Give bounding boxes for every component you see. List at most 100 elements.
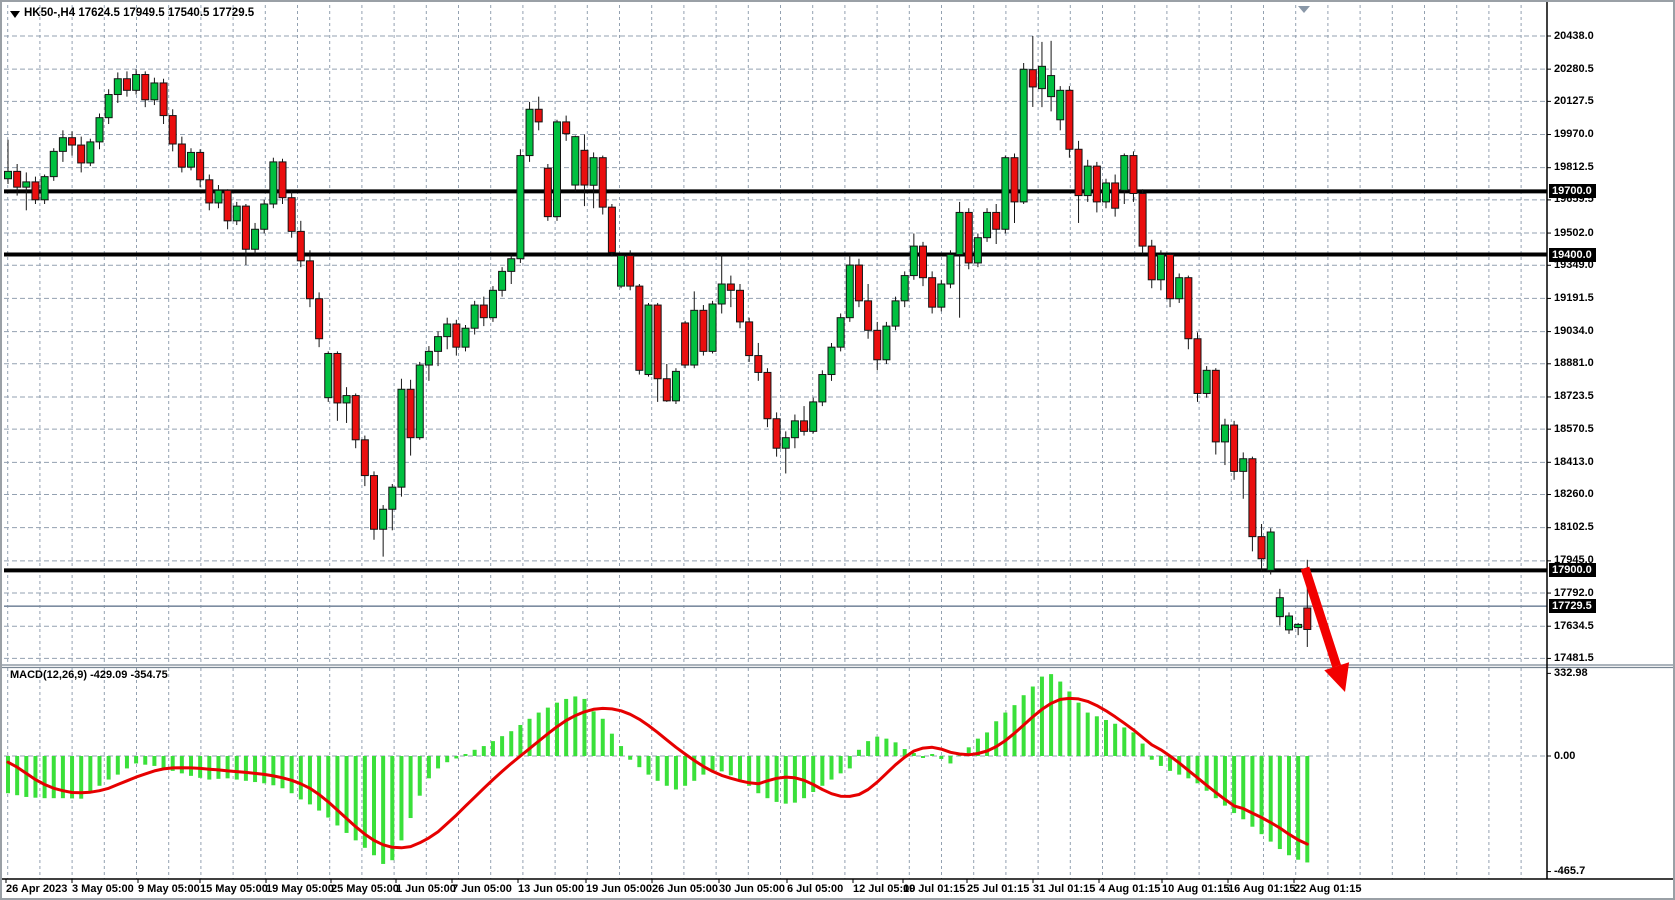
candle-bull [425,351,432,365]
candle-bull [1276,598,1283,617]
macd-histogram-bar [1040,677,1044,756]
candle-bear [69,138,76,145]
macd-axis-label: 332.98 [1554,667,1588,680]
candle-bear [636,286,643,370]
macd-histogram-bar [43,756,47,798]
candle-bear [764,372,771,418]
candle-bear [737,290,744,322]
macd-histogram-bar [1086,713,1090,756]
candle-bull [947,255,954,284]
candle-bear [316,299,323,339]
symbol-info-header: HK50-,H4 17624.5 17949.5 17540.5 17729.5 [24,7,254,19]
candle-bear [627,256,634,287]
macd-axis-label: -465.7 [1554,865,1585,878]
price-label: 19191.5 [1554,292,1594,305]
macd-histogram-bar [418,756,422,796]
candle-bear [78,145,85,163]
candle-bear [334,353,341,402]
price-level-box: 17900.0 [1549,563,1596,577]
candle-bull [1295,624,1302,627]
candle-bull [819,375,826,402]
time-label: 16 Aug 01:15 [1228,883,1295,896]
candle-bull [618,256,625,287]
candle-bear [297,231,304,260]
candle-bull [416,365,423,438]
candle-bear [801,421,808,432]
macd-histogram-bar [939,756,943,759]
macd-indicator-label: MACD(12,26,9) -429.09 -354.75 [10,669,168,681]
candle-bull [398,389,405,487]
macd-histogram-bar [253,756,257,782]
price-label: 19812.5 [1554,161,1594,174]
chart-surface[interactable] [2,2,1675,900]
macd-histogram-bar [592,711,596,756]
price-label: 18102.5 [1554,521,1594,534]
time-label: 19 Jun 05:00 [586,883,652,896]
time-label: 31 Jul 01:15 [1033,883,1095,896]
macd-histogram-bar [683,756,687,786]
candle-bear [544,168,551,216]
macd-histogram-bar [628,756,632,760]
macd-histogram-bar [281,756,285,788]
macd-histogram-bar [335,756,339,825]
macd-histogram-bar [1131,732,1135,756]
time-label: 22 Aug 01:15 [1294,883,1361,896]
candle-bull [910,246,917,275]
candle-bull [554,122,561,217]
candle-bull [1221,425,1228,442]
macd-histogram-bar [875,737,879,756]
macd-histogram-bar [857,750,861,756]
price-level-box: 17729.5 [1549,599,1596,613]
candle-bear [1112,183,1119,208]
macd-histogram-bar [235,756,239,780]
candle-bull [1203,370,1210,393]
chart-shift-marker-icon [1298,6,1310,13]
macd-histogram-bar [1104,720,1108,756]
macd-histogram-bar [884,739,888,756]
candle-bull [1002,158,1009,230]
macd-histogram-bar [564,699,568,756]
candle-bull [270,162,277,204]
macd-histogram-bar [738,756,742,780]
macd-histogram-bar [1278,756,1282,849]
macd-histogram-bar [674,756,678,789]
price-label: 19970.0 [1554,128,1594,141]
time-label: 4 Aug 01:15 [1099,883,1160,896]
macd-histogram-bar [866,741,870,756]
candle-bear [727,284,734,290]
macd-histogram-bar [381,756,385,864]
macd-histogram-bar [1260,756,1264,834]
candle-bear [197,152,204,179]
candle-bull [471,305,478,328]
macd-histogram-bar [729,756,733,775]
time-label: 19 Jul 01:15 [903,883,965,896]
macd-histogram-bar [820,756,824,786]
macd-histogram-bar [1305,756,1309,862]
macd-histogram-bar [573,696,577,756]
macd-histogram-bar [454,756,458,758]
candle-bear [855,265,862,301]
candle-bull [59,138,66,152]
candle-bear [371,476,378,530]
candle-bull [691,310,698,365]
candle-bear [1029,70,1036,87]
macd-histogram-bar [317,756,321,811]
candle-bull [1176,278,1183,299]
candle-bull [974,238,981,263]
candle-bear [1185,278,1192,339]
macd-histogram-bar [1287,756,1291,855]
macd-histogram-bar [52,756,56,798]
macd-histogram-bar [619,746,623,756]
candle-bear [407,389,414,437]
candle-bear [535,109,542,122]
macd-histogram-bar [848,756,852,768]
macd-histogram-bar [921,756,925,758]
macd-histogram-bar [15,756,19,795]
candle-bull [50,151,57,176]
price-level-box: 19700.0 [1549,184,1596,198]
macd-histogram-bar [637,756,641,767]
candle-bull [791,421,798,438]
price-label: 19034.0 [1554,325,1594,338]
macd-histogram-bar [610,734,614,756]
macd-histogram-bar [509,731,513,756]
